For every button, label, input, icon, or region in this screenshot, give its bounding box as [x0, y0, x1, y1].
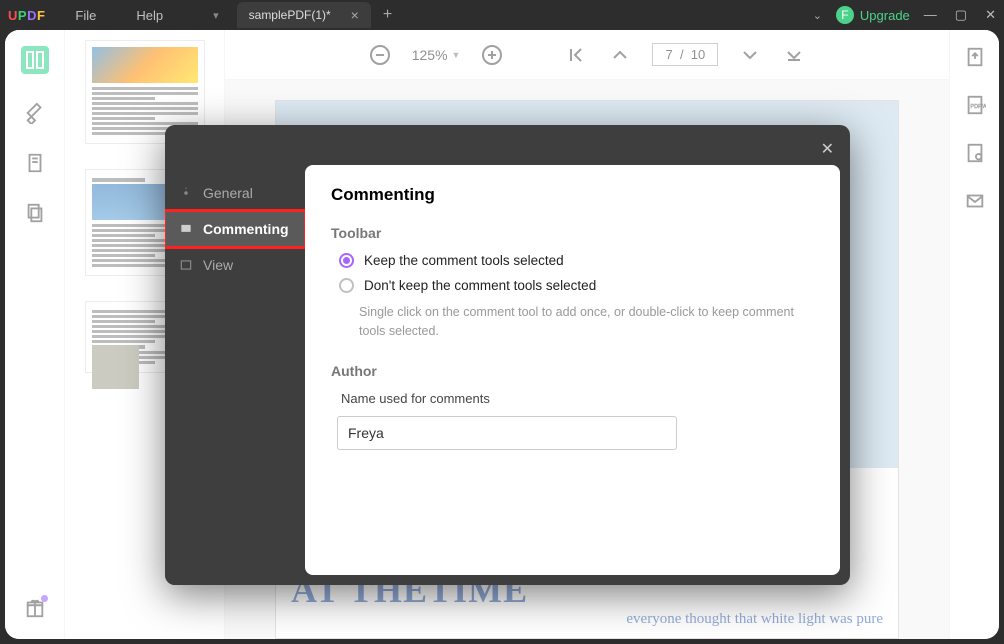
tab-bar: ▾ samplePDF(1)* × + [213, 2, 392, 28]
preferences-content: Commenting Toolbar Keep the comment tool… [305, 165, 840, 575]
radio-dont-keep-tools[interactable]: Don't keep the comment tools selected [339, 278, 814, 293]
document-tab[interactable]: samplePDF(1)* × [237, 2, 371, 28]
zoom-in-button[interactable] [480, 43, 504, 67]
add-tab-button[interactable]: + [383, 6, 392, 24]
next-page-button[interactable] [738, 43, 762, 67]
close-dialog-button[interactable]: ✕ [821, 139, 834, 159]
radio-icon [339, 253, 354, 268]
author-name-input[interactable] [337, 416, 677, 450]
minimize-button[interactable]: — [924, 7, 937, 23]
reader-mode-icon[interactable] [21, 46, 49, 74]
tab-dropdown-icon[interactable]: ▾ [213, 9, 219, 22]
menu-help[interactable]: Help [136, 8, 163, 23]
pref-tab-general[interactable]: General [165, 175, 305, 211]
upgrade-button[interactable]: F Upgrade [836, 6, 910, 24]
zoom-level[interactable]: 125% ▼ [412, 47, 461, 63]
right-tool-rail: PDF/A [949, 30, 999, 639]
menubar: UPDF File Help ▾ samplePDF(1)* × + ⌄ F U… [0, 0, 1004, 30]
radio-help-text: Single click on the comment tool to add … [359, 303, 814, 341]
tab-title: samplePDF(1)* [249, 8, 331, 22]
pref-tab-view[interactable]: View [165, 247, 305, 283]
pages-icon[interactable] [24, 202, 46, 224]
close-tab-icon[interactable]: × [351, 7, 359, 23]
prev-page-button[interactable] [608, 43, 632, 67]
window-controls: — ▢ ✕ [924, 7, 996, 23]
pdfa-icon[interactable]: PDF/A [964, 94, 986, 116]
pref-page-title: Commenting [331, 185, 814, 205]
author-field-label: Name used for comments [341, 391, 814, 406]
user-avatar: F [836, 6, 854, 24]
pref-section-author: Author [331, 363, 814, 379]
left-tool-rail [5, 30, 65, 639]
maximize-button[interactable]: ▢ [955, 7, 967, 23]
svg-text:PDF/A: PDF/A [970, 104, 986, 110]
export-icon[interactable] [964, 46, 986, 68]
pref-section-toolbar: Toolbar [331, 225, 814, 241]
radio-keep-tools[interactable]: Keep the comment tools selected [339, 253, 814, 268]
mail-icon[interactable] [964, 190, 986, 212]
zoom-out-button[interactable] [368, 43, 392, 67]
window-dropdown-icon[interactable]: ⌄ [813, 9, 822, 22]
edit-icon[interactable] [24, 152, 46, 174]
gear-icon [179, 186, 193, 200]
preferences-dialog: ✕ General Commenting View Commenting Too… [165, 125, 850, 585]
pref-tab-commenting[interactable]: Commenting [165, 211, 305, 247]
upgrade-label: Upgrade [860, 8, 910, 23]
view-icon [179, 258, 193, 272]
protect-icon[interactable] [964, 142, 986, 164]
document-subline: everyone thought that white light was pu… [291, 611, 883, 628]
close-window-button[interactable]: ✕ [985, 7, 996, 23]
page-indicator[interactable]: 7 / 10 [652, 43, 718, 66]
first-page-button[interactable] [564, 43, 588, 67]
gift-icon[interactable] [24, 597, 46, 619]
menu-file[interactable]: File [75, 8, 96, 23]
preferences-sidebar: General Commenting View [165, 125, 305, 585]
radio-icon [339, 278, 354, 293]
viewer-toolbar: 125% ▼ 7 / 10 [225, 30, 949, 80]
last-page-button[interactable] [782, 43, 806, 67]
comment-icon [179, 222, 193, 236]
highlight-icon[interactable] [24, 102, 46, 124]
app-logo: UPDF [8, 8, 45, 23]
